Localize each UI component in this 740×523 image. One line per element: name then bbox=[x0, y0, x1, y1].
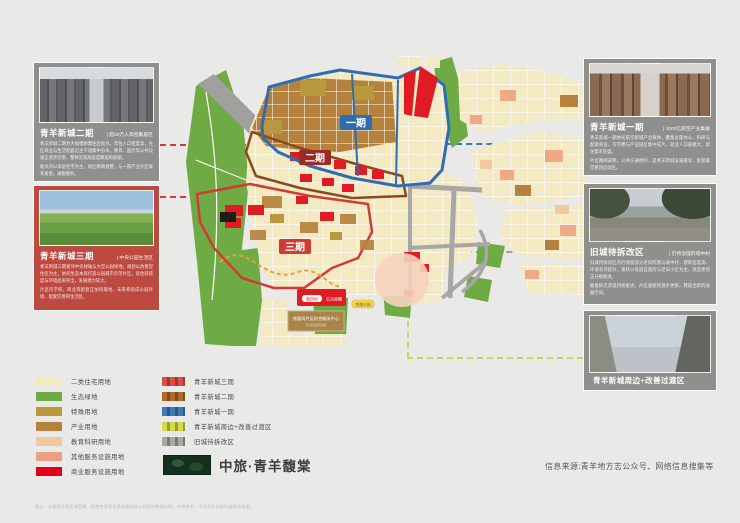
svg-text:二期: 二期 bbox=[305, 152, 325, 165]
brand-logo: 中旅·青羊馥棠 bbox=[163, 455, 312, 475]
legend-label: 青羊新城三期 bbox=[194, 377, 234, 386]
phase2-photo bbox=[39, 67, 154, 123]
banner-text-label: 生活商圈 bbox=[326, 296, 342, 302]
legend-swatch bbox=[162, 437, 185, 446]
phase3-body-1: 青羊新城三期紧邻中央绿轴与大型公园绿地，规划以改善型住区为主，依托生态本底打造公… bbox=[40, 264, 153, 285]
brand-logo-text: 中旅·青羊馥棠 bbox=[219, 455, 312, 475]
svg-text:三期: 三期 bbox=[285, 241, 305, 254]
legend-swatch bbox=[162, 422, 185, 431]
legend-label: 其他服务设施用地 bbox=[71, 452, 125, 461]
phase1-photo bbox=[589, 63, 711, 117]
legend-label: 旧城待拆改区 bbox=[194, 437, 234, 446]
legend-swatch bbox=[36, 377, 62, 386]
panel-periphery: 青羊新城周边+改善过渡区 bbox=[583, 310, 717, 391]
legend-swatch bbox=[36, 467, 62, 476]
legend-swatch bbox=[36, 437, 62, 446]
legend-swatch bbox=[36, 407, 62, 416]
phase2-badge: 二期 bbox=[299, 150, 331, 165]
phase1-badge: 一期 bbox=[340, 115, 372, 130]
phase3-subtitle: | 中央公园生活区 bbox=[117, 254, 153, 261]
phase1-title: 青羊新城一期 bbox=[590, 121, 644, 133]
railway-center-title: 铁路局片区综合服务中心 bbox=[293, 315, 340, 322]
svg-text:一期: 一期 bbox=[346, 117, 366, 130]
legend-label: 青羊新城一期 bbox=[194, 407, 234, 416]
legend-item: 旧城待拆改区 bbox=[162, 434, 272, 449]
legend-zones: 青羊新城三期 青羊新城二期 青羊新城一期 青羊新城周边+改善过渡区 旧城待拆改区 bbox=[162, 374, 272, 449]
legend-label: 产业用地 bbox=[71, 422, 98, 431]
legend-item: 青羊新城一期 bbox=[162, 404, 272, 419]
phase3-photo bbox=[39, 190, 154, 246]
planning-poster: 黄田坝 生活商圈 铁路局片区综合服务中心 片区配套服务组团 悦湖公园 一期 二期… bbox=[0, 0, 740, 523]
periphery-title: 青羊新城周边+改善过渡区 bbox=[589, 373, 711, 388]
railway-center-box: 铁路局片区综合服务中心 片区配套服务组团 bbox=[288, 311, 344, 331]
old-town-title: 旧城待拆改区 bbox=[590, 246, 644, 258]
banner-pill-label: 黄田坝 bbox=[306, 295, 318, 301]
legend-item: 产业用地 bbox=[36, 419, 125, 434]
circle-feature bbox=[375, 253, 429, 307]
panel-old-town: 旧城待拆改区 | 仍待治理的城中村 旧城待拆改区内仍保留部分老旧院落与城中村，建… bbox=[583, 183, 717, 305]
legend-item: 青羊新城周边+改善过渡区 bbox=[162, 419, 272, 434]
phase2-subtitle: | 超20万人高密聚居区 bbox=[107, 131, 153, 138]
legend-item: 青羊新城三期 bbox=[162, 374, 272, 389]
panel-phase1: 青羊新城一期 | 1000亿航空产业集群 青羊新城一期依托航空新城产业载体，聚集… bbox=[583, 58, 717, 176]
railway-center-sub: 片区配套服务组团 bbox=[306, 323, 327, 327]
legend-label: 青羊新城二期 bbox=[194, 392, 234, 401]
park-pill: 悦湖公园 bbox=[352, 300, 374, 308]
legend-item: 其他服务设施用地 bbox=[36, 449, 125, 464]
urban-fabric-south2 bbox=[288, 334, 346, 346]
legend-swatch bbox=[36, 422, 62, 431]
legend-item: 二类住宅用地 bbox=[36, 374, 125, 389]
old-town-body-2: 随着拆迁改造持续推进，片区面貌将逐步更新，释放出新的发展空间。 bbox=[590, 283, 710, 297]
legend-label: 二类住宅用地 bbox=[71, 377, 111, 386]
phase3-title: 青羊新城三期 bbox=[40, 250, 94, 262]
source-note: 信息来源:青羊地方志公众号、网络信息搜集等 bbox=[545, 461, 714, 472]
legend-label: 生态绿地 bbox=[71, 392, 98, 401]
brand-logo-image bbox=[163, 455, 211, 475]
phase3-badge: 三期 bbox=[279, 239, 311, 254]
legend-label: 商业服务设施用地 bbox=[71, 467, 125, 476]
old-town-subtitle: | 仍待治理的城中村 bbox=[669, 250, 710, 257]
phase2-body-2: 板块内以高层住宅为主，街区路网规整，与一期产业片区联系紧密，通勤便利。 bbox=[40, 164, 153, 178]
legend-item: 特殊用地 bbox=[36, 404, 125, 419]
legend-swatch bbox=[162, 377, 185, 386]
park-pill-label: 悦湖公园 bbox=[355, 302, 370, 307]
legend-label: 特殊用地 bbox=[71, 407, 98, 416]
legend-item: 青羊新城二期 bbox=[162, 389, 272, 404]
old-town-body-1: 旧城待拆改区内仍保留部分老旧院落与城中村，建筑密度高、环境有待提升，现状以低层自… bbox=[590, 260, 710, 281]
old-town-photo bbox=[589, 188, 711, 242]
legend-land-use: 二类住宅用地 生态绿地 特殊用地 产业用地 教育科研用地 其他服务设施用地 商业… bbox=[36, 374, 125, 479]
legend-label: 教育科研用地 bbox=[71, 437, 111, 446]
legend-swatch bbox=[36, 392, 62, 401]
legend-swatch bbox=[36, 452, 62, 461]
phase1-subtitle: | 1000亿航空产业集群 bbox=[663, 125, 710, 132]
legend-item: 生态绿地 bbox=[36, 389, 125, 404]
periphery-photo bbox=[589, 315, 711, 373]
north-parcels bbox=[398, 56, 440, 68]
panel-phase3: 青羊新城三期 | 中央公园生活区 青羊新城三期紧邻中央绿轴与大型公园绿地，规划以… bbox=[33, 185, 160, 311]
disclaimer-note: 备注：本图所涉及区域范围、用地性质等信息根据网络公开资料整理绘制，仅供参考，不作… bbox=[35, 504, 254, 510]
phase1-body-1: 青羊新城一期依托航空新城产业载体，聚集总部办公、科研与配套商业，写字楼与产业园区… bbox=[590, 135, 710, 156]
urban-fabric-south bbox=[262, 300, 288, 346]
commercial-banner: 黄田坝 生活商圈 bbox=[297, 289, 346, 306]
planning-map: 黄田坝 生活商圈 铁路局片区综合服务中心 片区配套服务组团 悦湖公园 一期 二期… bbox=[165, 48, 595, 353]
legend-swatch bbox=[162, 407, 185, 416]
legend-item: 商业服务设施用地 bbox=[36, 464, 125, 479]
panel-phase2: 青羊新城二期 | 超20万人高密聚居区 青羊新城二期为大规模刚需住区板块，常住人… bbox=[33, 62, 160, 182]
phase2-body-1: 青羊新城二期为大规模刚需住区板块，常住人口密度高，社区商业与生活配套沿主干道集中… bbox=[40, 141, 153, 162]
phase1-body-2: 片区路网成熟，公共交通便利，是青羊新城发展最早、配套最完善的启动区。 bbox=[590, 158, 710, 172]
dark-parcel bbox=[220, 212, 236, 222]
legend-swatch bbox=[162, 392, 185, 401]
legend-label: 青羊新城周边+改善过渡区 bbox=[194, 422, 272, 431]
connector-periphery-line-h bbox=[407, 357, 583, 359]
phase3-body-2: 片区内学校、商业等配套正加快落地，未来将形成公园环绕、配套完善的生活区。 bbox=[40, 287, 153, 301]
legend-item: 教育科研用地 bbox=[36, 434, 125, 449]
phase2-title: 青羊新城二期 bbox=[40, 127, 94, 139]
